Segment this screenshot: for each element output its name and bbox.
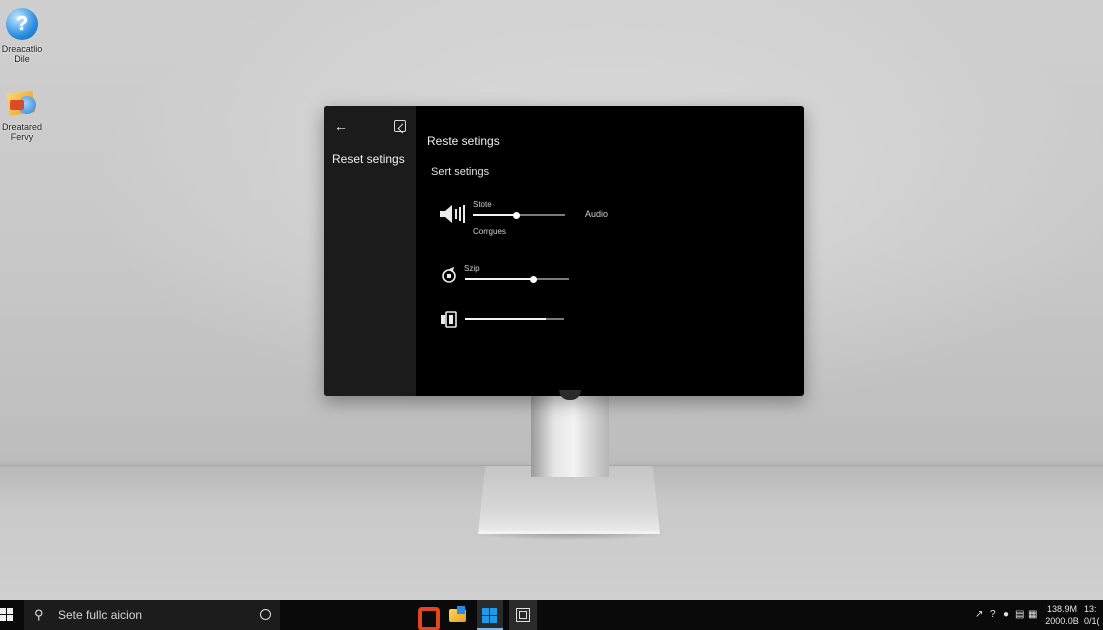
section-title: Sert setings: [431, 166, 490, 178]
settings-window: ← Reset setings Reste setings Sert setin…: [324, 106, 804, 396]
sync-slider[interactable]: [465, 275, 569, 283]
monitor-stand-neck: [531, 395, 609, 477]
restore-window-icon[interactable]: [394, 120, 406, 132]
task-view-icon[interactable]: [509, 600, 537, 630]
volume-icon[interactable]: ●: [1003, 609, 1009, 621]
folder-icon: [6, 86, 38, 118]
control-label: Szip: [464, 264, 480, 273]
settings-sidebar: ← Reset setings: [324, 106, 416, 396]
desktop-icon-label: Dreatared: [1, 122, 43, 132]
chevron-up-icon[interactable]: ↗: [975, 609, 983, 621]
help-icon[interactable]: ?: [990, 609, 996, 621]
sidebar-title[interactable]: Reset setings: [332, 152, 405, 166]
desktop-icon-label: Dile: [14, 54, 30, 64]
windows-store-icon[interactable]: [477, 600, 503, 630]
start-button[interactable]: [0, 608, 14, 622]
slider-thumb[interactable]: [512, 211, 520, 219]
control-label: Stote: [473, 200, 492, 209]
page-title: Reste setings: [427, 134, 500, 148]
desktop-icon-label: Dreacatlio: [1, 44, 43, 54]
search-box[interactable]: ⚲ Sete fullc aicion: [24, 600, 280, 630]
slider-fill: [465, 278, 534, 280]
office-icon[interactable]: [413, 604, 440, 630]
desktop-icon-help[interactable]: ? Dreacatlio Dile: [0, 8, 46, 64]
message-icon[interactable]: ▦: [1028, 609, 1037, 621]
clock-extra-top: 13:: [1084, 604, 1097, 614]
sync-icon: [442, 266, 456, 283]
back-arrow-icon[interactable]: ←: [334, 119, 348, 133]
clock-extra-bottom: 0/1(: [1084, 616, 1100, 626]
speaker-icon: [440, 205, 465, 223]
slider-thumb[interactable]: [530, 275, 538, 283]
desktop-icon-label: Fervy: [10, 132, 34, 142]
device-icon: [441, 311, 457, 328]
device-slider[interactable]: [465, 318, 564, 320]
clock-time: 138.9M: [1046, 604, 1078, 614]
clock[interactable]: 138.9M 2000.0B: [1042, 603, 1082, 627]
network-icon[interactable]: ▤: [1015, 609, 1024, 621]
file-explorer-icon[interactable]: [446, 604, 470, 626]
cortana-icon[interactable]: [260, 609, 271, 620]
search-icon: ⚲: [34, 607, 44, 622]
search-input[interactable]: Sete fullc aicion: [58, 608, 142, 622]
taskbar: ⚲ Sete fullc aicion ↗ ? ● ▤ ▦ 138.9M 200…: [0, 600, 1103, 630]
audio-label: Audio: [585, 209, 609, 219]
clock-date: 2000.0B: [1045, 616, 1079, 626]
audio-slider[interactable]: [473, 211, 565, 219]
notification-area[interactable]: 13: 0/1(: [1084, 603, 1100, 627]
slider-fill: [473, 214, 517, 216]
slider-fill: [465, 318, 547, 320]
desktop-icon-folder[interactable]: Dreatared Fervy: [0, 86, 46, 142]
control-sublabel: Corrgues: [473, 227, 506, 236]
help-icon: ?: [6, 8, 38, 40]
